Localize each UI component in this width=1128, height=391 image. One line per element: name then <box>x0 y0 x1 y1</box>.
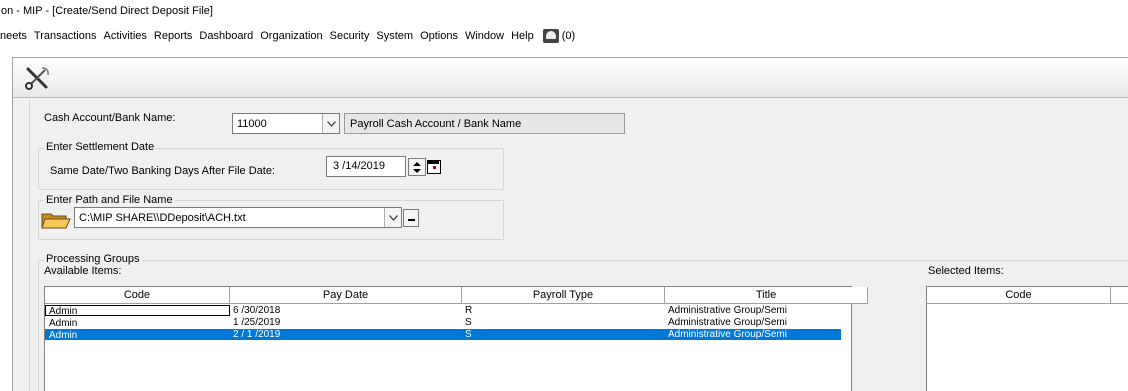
cash-account-value: 11000 <box>237 118 267 130</box>
browse-button[interactable] <box>403 209 419 227</box>
table-row-selected[interactable]: Admin 2 / 1 /2019 S Administrative Group… <box>45 329 841 340</box>
file-path-value: C:\MIP SHARE\\DDeposit\ACH.txt <box>79 212 246 224</box>
menu-item-sheets[interactable]: neets <box>0 30 27 42</box>
table-row[interactable]: Admin 1 /25/2019 S Administrative Group/… <box>45 317 841 328</box>
spin-down-icon <box>413 169 421 173</box>
menu-item-reports[interactable]: Reports <box>154 30 193 42</box>
menu-item-organization[interactable]: Organization <box>260 30 322 42</box>
notification-count: (0) <box>561 30 576 42</box>
settlement-date-group-label: Enter Settlement Date <box>44 141 157 153</box>
column-header-title[interactable]: Title <box>665 287 868 304</box>
chevron-down-icon <box>388 214 398 221</box>
cell-code: Admin <box>49 318 78 328</box>
available-items-grid[interactable]: Code Pay Date Payroll Type Title Admin 6… <box>44 286 868 391</box>
cell-code: Admin <box>45 305 230 316</box>
settlement-date-spinner[interactable] <box>408 158 426 176</box>
cell-payroll-type: S <box>465 317 472 328</box>
column-header-payroll-type[interactable]: Payroll Type <box>462 287 665 304</box>
menu-item-activities[interactable]: Activities <box>103 30 146 42</box>
cell-payroll-type: R <box>465 305 473 316</box>
bell-icon <box>542 29 559 43</box>
menu-item-dashboard[interactable]: Dashboard <box>199 30 253 42</box>
menu-item-security[interactable]: Security <box>330 30 370 42</box>
column-header-code[interactable]: Code <box>927 287 1111 304</box>
open-folder-icon[interactable] <box>40 210 72 230</box>
cash-account-label: Cash Account/Bank Name: <box>44 112 176 124</box>
cell-code: Admin <box>49 330 78 340</box>
column-header-extra[interactable] <box>1111 287 1128 304</box>
menu-item-transactions[interactable]: Transactions <box>34 30 97 42</box>
calendar-icon[interactable] <box>427 160 441 174</box>
cell-title: Administrative Group/Semi <box>668 305 787 316</box>
cell-title: Administrative Group/Semi <box>668 329 787 340</box>
form-panel: Cash Account/Bank Name: 11000 Payroll Ca… <box>29 100 1128 391</box>
window-title: on - MIP - [Create/Send Direct Deposit F… <box>1 5 213 17</box>
bank-name-value: Payroll Cash Account / Bank Name <box>350 118 522 130</box>
settlement-date-value: 3 /14/2019 <box>333 160 385 172</box>
cell-pay-date: 1 /25/2019 <box>233 317 281 328</box>
menu-bar: neets Transactions Activities Reports Da… <box>0 26 1128 46</box>
settlement-date-label: Same Date/Two Banking Days After File Da… <box>50 165 275 177</box>
selected-items-label: Selected Items: <box>928 265 1004 277</box>
notifications-button[interactable]: (0) <box>542 29 576 43</box>
column-header-code[interactable]: Code <box>45 287 230 304</box>
chevron-down-icon <box>326 120 336 127</box>
file-path-combo[interactable]: C:\MIP SHARE\\DDeposit\ACH.txt <box>74 207 402 228</box>
menu-item-options[interactable]: Options <box>420 30 458 42</box>
table-row[interactable]: Admin 6 /30/2018 R Administrative Group/… <box>45 305 841 316</box>
selected-grid-header: Code <box>927 287 1128 304</box>
available-grid-header: Code Pay Date Payroll Type Title <box>45 287 868 304</box>
cell-pay-date: 2 / 1 /2019 <box>233 329 281 340</box>
cell-pay-date: 6 /30/2018 <box>233 305 281 316</box>
bank-name-field: Payroll Cash Account / Bank Name <box>344 113 625 134</box>
file-path-dropdown-button[interactable] <box>384 208 401 227</box>
toolbar <box>13 58 1128 98</box>
file-path-group-label: Enter Path and File Name <box>44 194 175 206</box>
window-title-bar: on - MIP - [Create/Send Direct Deposit F… <box>0 0 1128 20</box>
cell-payroll-type: S <box>465 329 472 340</box>
menu-item-help[interactable]: Help <box>511 30 534 42</box>
document-window: Cash Account/Bank Name: 11000 Payroll Ca… <box>12 57 1128 391</box>
menu-item-system[interactable]: System <box>376 30 413 42</box>
column-header-pay-date[interactable]: Pay Date <box>230 287 462 304</box>
available-items-label: Available Items: <box>44 265 122 277</box>
cash-account-dropdown-button[interactable] <box>322 114 339 133</box>
settlement-date-input[interactable]: 3 /14/2019 <box>326 156 406 177</box>
cash-account-combo[interactable]: 11000 <box>232 113 340 134</box>
processing-groups-label: Processing Groups <box>44 253 142 265</box>
menu-item-window[interactable]: Window <box>465 30 504 42</box>
selected-items-grid[interactable]: Code <box>926 286 1128 391</box>
tools-icon[interactable] <box>25 66 51 90</box>
spin-up-icon <box>413 162 421 166</box>
cell-title: Administrative Group/Semi <box>668 317 787 328</box>
